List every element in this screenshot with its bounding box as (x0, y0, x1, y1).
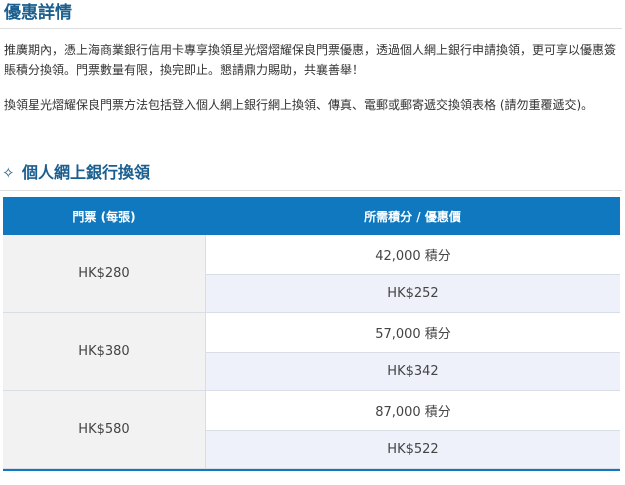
intro-paragraph: 推廣期內，憑上海商業銀行信用卡專享換領星光熠熠耀保良門票優惠，透過個人網上銀行申… (4, 43, 617, 77)
online-banking-heading-label: 個人網上銀行換領 (22, 163, 151, 182)
ticket-price: HK$580 (3, 391, 205, 468)
header-ticket: 門票 (每張) (72, 209, 136, 224)
table-row: HK$580 87,000 積分 HK$522 (3, 391, 620, 469)
points-required: 42,000 積分 (205, 235, 620, 274)
offer-details-page: 優惠詳情 推廣期內，憑上海商業銀行信用卡專享換領星光熠熠耀保良門票優惠，透過個人… (0, 0, 625, 485)
table-bottom-border (3, 469, 620, 471)
ticket-price: HK$380 (3, 313, 205, 390)
subheading-divider (0, 190, 622, 191)
redemption-table: 門票 (每張) 所需積分 / 優惠價 HK$280 42,000 積分 HK$2… (3, 197, 620, 471)
online-banking-heading: ✧ 個人網上銀行換領 (2, 162, 150, 184)
section-title: 優惠詳情 (4, 3, 72, 23)
table-row: HK$380 57,000 積分 HK$342 (3, 313, 620, 391)
points-required: 87,000 積分 (205, 391, 620, 430)
diamond-outline-icon: ✧ (2, 164, 15, 182)
ticket-price: HK$280 (3, 235, 205, 312)
method-paragraph: 換領星光熠耀保良門票方法包括登入個人網上銀行網上換領、傳真、電郵或郵寄遞交換領表… (4, 98, 594, 112)
header-required: 所需積分 / 優惠價 (364, 209, 461, 224)
table-row: HK$280 42,000 積分 HK$252 (3, 235, 620, 313)
discount-price: HK$252 (205, 273, 620, 312)
points-required: 57,000 積分 (205, 313, 620, 352)
title-divider (0, 28, 622, 29)
table-header: 門票 (每張) 所需積分 / 優惠價 (3, 197, 620, 235)
discount-price: HK$522 (205, 429, 620, 468)
discount-price: HK$342 (205, 351, 620, 390)
